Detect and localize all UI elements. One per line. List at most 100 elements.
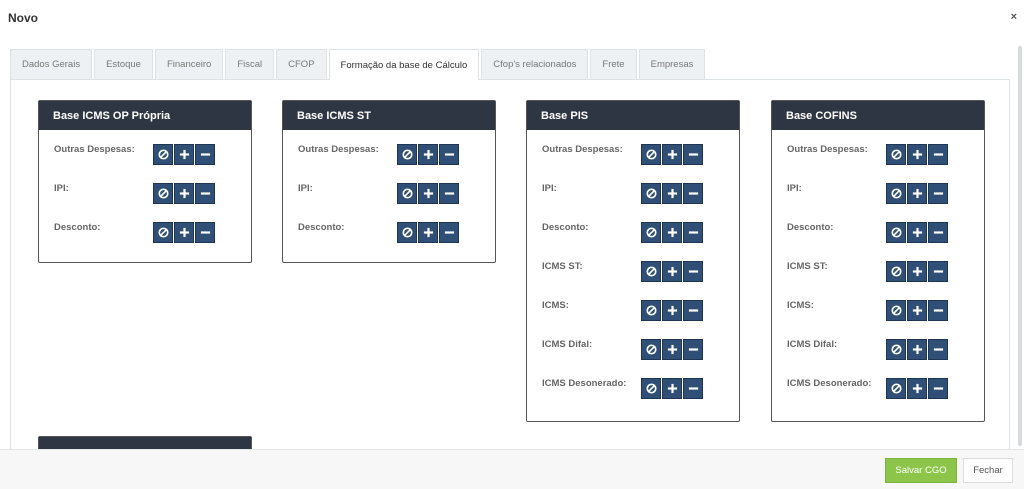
plus-button[interactable] (174, 144, 194, 165)
adjustment-row: IPI: (283, 183, 495, 222)
ban-button[interactable] (397, 183, 417, 204)
minus-button[interactable] (683, 339, 703, 360)
minus-button[interactable] (439, 222, 459, 243)
plus-button[interactable] (662, 378, 682, 399)
minus-button[interactable] (928, 222, 948, 243)
plus-button[interactable] (662, 222, 682, 243)
minus-button[interactable] (928, 339, 948, 360)
adjustment-row: IPI: (39, 183, 251, 222)
minus-button[interactable] (683, 183, 703, 204)
plus-icon (667, 227, 678, 238)
scrollbar[interactable] (1018, 46, 1022, 446)
save-button[interactable]: Salvar CGO (885, 458, 957, 483)
plus-button[interactable] (418, 183, 438, 204)
adjustment-row: Desconto: (527, 222, 739, 261)
plus-button[interactable] (907, 339, 927, 360)
plus-button[interactable] (174, 222, 194, 243)
row-label: Outras Despesas: (54, 144, 135, 155)
minus-icon (200, 188, 211, 199)
row-label: ICMS Difal: (542, 339, 593, 350)
minus-button[interactable] (683, 300, 703, 321)
ban-button[interactable] (641, 261, 661, 282)
row-label: IPI: (787, 183, 802, 194)
minus-button[interactable] (683, 378, 703, 399)
minus-button[interactable] (928, 378, 948, 399)
ban-button[interactable] (397, 144, 417, 165)
close-icon[interactable]: × (1011, 11, 1017, 23)
ban-icon (401, 227, 413, 238)
ban-button[interactable] (641, 222, 661, 243)
tab-empresas[interactable]: Empresas (638, 49, 706, 79)
minus-button[interactable] (928, 300, 948, 321)
plus-button[interactable] (662, 300, 682, 321)
ban-button[interactable] (886, 144, 906, 165)
plus-button[interactable] (174, 183, 194, 204)
tab-cfop-s-relacionados[interactable]: Cfop's relacionados (481, 49, 589, 79)
plus-icon (667, 266, 678, 277)
tab-estoque[interactable]: Estoque (94, 49, 153, 79)
minus-button[interactable] (683, 144, 703, 165)
tab-forma-o-da-base-de-c-lculo[interactable]: Formação da base de Cálculo (328, 49, 480, 80)
ban-button[interactable] (886, 378, 906, 399)
ban-button[interactable] (886, 222, 906, 243)
ban-button[interactable] (641, 378, 661, 399)
adjustment-row: ICMS Desonerado: (527, 378, 739, 417)
minus-button[interactable] (195, 144, 215, 165)
tab-financeiro[interactable]: Financeiro (154, 49, 224, 79)
ban-button[interactable] (641, 183, 661, 204)
tab-panel-formacao-base: Base ICMS OP Própria Outras Despesas: IPI:… (10, 79, 1010, 451)
ban-button[interactable] (397, 222, 417, 243)
adjustment-row: Outras Despesas: (283, 144, 495, 183)
close-button[interactable]: Fechar (963, 458, 1013, 483)
ban-button[interactable] (641, 144, 661, 165)
ban-icon (645, 344, 657, 355)
plus-button[interactable] (907, 300, 927, 321)
plus-button[interactable] (662, 183, 682, 204)
plus-button[interactable] (907, 183, 927, 204)
ban-button[interactable] (641, 300, 661, 321)
minus-button[interactable] (928, 261, 948, 282)
plus-button[interactable] (907, 261, 927, 282)
ban-button[interactable] (886, 261, 906, 282)
plus-button[interactable] (662, 261, 682, 282)
adjustment-row: ICMS Desonerado: (772, 378, 984, 417)
plus-button[interactable] (907, 378, 927, 399)
minus-button[interactable] (928, 183, 948, 204)
plus-button[interactable] (418, 222, 438, 243)
minus-button[interactable] (928, 144, 948, 165)
plus-button[interactable] (418, 144, 438, 165)
minus-icon (933, 266, 944, 277)
tab-fiscal[interactable]: Fiscal (225, 49, 275, 79)
card-base-pis: Base PIS Outras Despesas: IPI: Desconto: ICM… (526, 100, 740, 422)
modal-footer (0, 449, 1024, 489)
plus-icon (423, 227, 434, 238)
ban-icon (401, 149, 413, 160)
tab-frete[interactable]: Frete (590, 49, 637, 79)
minus-button[interactable] (439, 183, 459, 204)
minus-button[interactable] (439, 144, 459, 165)
ban-button[interactable] (886, 339, 906, 360)
minus-button[interactable] (683, 222, 703, 243)
plus-icon (912, 305, 923, 316)
adjust-button-group (886, 222, 949, 243)
tab-dados-gerais[interactable]: Dados Gerais (10, 49, 93, 79)
ban-button[interactable] (641, 339, 661, 360)
ban-button[interactable] (153, 144, 173, 165)
modal-header: Novo × (0, 0, 1024, 38)
plus-button[interactable] (907, 144, 927, 165)
minus-button[interactable] (195, 222, 215, 243)
ban-button[interactable] (886, 183, 906, 204)
ban-button[interactable] (153, 222, 173, 243)
tab-cfop[interactable]: CFOP (276, 49, 327, 79)
ban-button[interactable] (153, 183, 173, 204)
plus-button[interactable] (907, 222, 927, 243)
row-label: IPI: (54, 183, 69, 194)
plus-button[interactable] (662, 144, 682, 165)
minus-button[interactable] (195, 183, 215, 204)
adjust-button-group (886, 378, 949, 399)
ban-button[interactable] (886, 300, 906, 321)
minus-button[interactable] (683, 261, 703, 282)
plus-button[interactable] (662, 339, 682, 360)
ban-icon (645, 383, 657, 394)
ban-icon (890, 227, 902, 238)
